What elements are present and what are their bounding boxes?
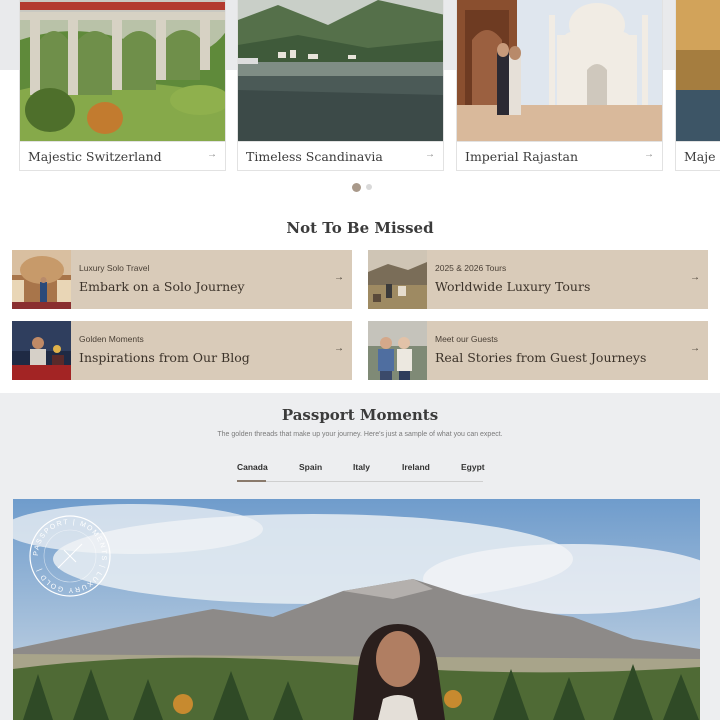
scandinavia-image — [238, 0, 443, 141]
pagination-dot-active[interactable] — [352, 183, 361, 192]
destination-carousel: Majestic Switzerland → Timeless Scandina… — [0, 0, 720, 200]
tab-egypt[interactable]: Egypt — [461, 462, 485, 472]
promo-kicker: Golden Moments — [79, 334, 144, 344]
destination-card-scandinavia[interactable]: Timeless Scandinavia → — [237, 0, 444, 171]
worldwide-tours-thumbnail — [368, 250, 427, 309]
promo-kicker: Luxury Solo Travel — [79, 263, 150, 273]
arrow-right-icon: → — [425, 149, 435, 160]
country-tabs: Canada Spain Italy Ireland Egypt — [237, 460, 485, 482]
solo-travel-thumbnail — [12, 250, 71, 309]
destination-card-footer: Maje — [676, 141, 720, 170]
promo-card-guest-stories[interactable]: Meet our Guests Real Stories from Guest … — [368, 321, 708, 380]
tab-ireland[interactable]: Ireland — [402, 462, 430, 472]
pagination-dot[interactable] — [366, 184, 372, 190]
promo-heading: Inspirations from Our Blog — [79, 350, 250, 365]
promo-card-blog[interactable]: Golden Moments Inspirations from Our Blo… — [12, 321, 352, 380]
destination-card-footer: Timeless Scandinavia → — [238, 141, 443, 170]
destination-label: Maje — [684, 149, 716, 164]
tab-italy[interactable]: Italy — [353, 462, 370, 472]
destination-label: Imperial Rajastan — [465, 149, 579, 164]
promo-heading: Real Stories from Guest Journeys — [435, 350, 647, 365]
destination-label: Timeless Scandinavia — [246, 149, 383, 164]
partial-destination-image — [676, 0, 720, 141]
destination-card-footer: Majestic Switzerland → — [20, 141, 225, 170]
canada-hero-image — [13, 499, 700, 720]
arrow-right-icon: → — [207, 149, 217, 160]
switzerland-image — [20, 0, 225, 141]
arrow-right-icon: → — [334, 343, 344, 354]
arrow-right-icon: → — [644, 149, 654, 160]
destination-card-rajastan[interactable]: Imperial Rajastan → — [456, 0, 663, 171]
rajastan-image — [457, 0, 662, 141]
tab-canada[interactable]: Canada — [237, 462, 268, 472]
destination-card-footer: Imperial Rajastan → — [457, 141, 662, 170]
destination-label: Majestic Switzerland — [28, 149, 162, 164]
section-title: Not To Be Missed — [286, 219, 434, 237]
promo-heading: Worldwide Luxury Tours — [435, 279, 591, 294]
section-subtitle: The golden threads that make up your jou… — [217, 431, 503, 438]
arrow-right-icon: → — [690, 343, 700, 354]
tab-spain[interactable]: Spain — [299, 462, 322, 472]
promo-heading: Embark on a Solo Journey — [79, 279, 245, 294]
promo-kicker: 2025 & 2026 Tours — [435, 263, 507, 273]
section-title: Passport Moments — [281, 406, 439, 424]
passport-stamp-logo: PASSPORT | MOMENTS | LUXURY GOLD | — [28, 514, 112, 598]
active-tab-indicator — [237, 480, 266, 482]
promo-kicker: Meet our Guests — [435, 334, 498, 344]
arrow-right-icon: → — [690, 272, 700, 283]
guest-stories-thumbnail — [368, 321, 427, 380]
destination-card-partial[interactable]: Maje — [675, 0, 720, 171]
promo-card-solo-journey[interactable]: Luxury Solo Travel Embark on a Solo Jour… — [12, 250, 352, 309]
promo-card-worldwide-tours[interactable]: 2025 & 2026 Tours Worldwide Luxury Tours… — [368, 250, 708, 309]
destination-card-switzerland[interactable]: Majestic Switzerland → — [19, 0, 226, 171]
arrow-right-icon: → — [334, 272, 344, 283]
blog-thumbnail — [12, 321, 71, 380]
